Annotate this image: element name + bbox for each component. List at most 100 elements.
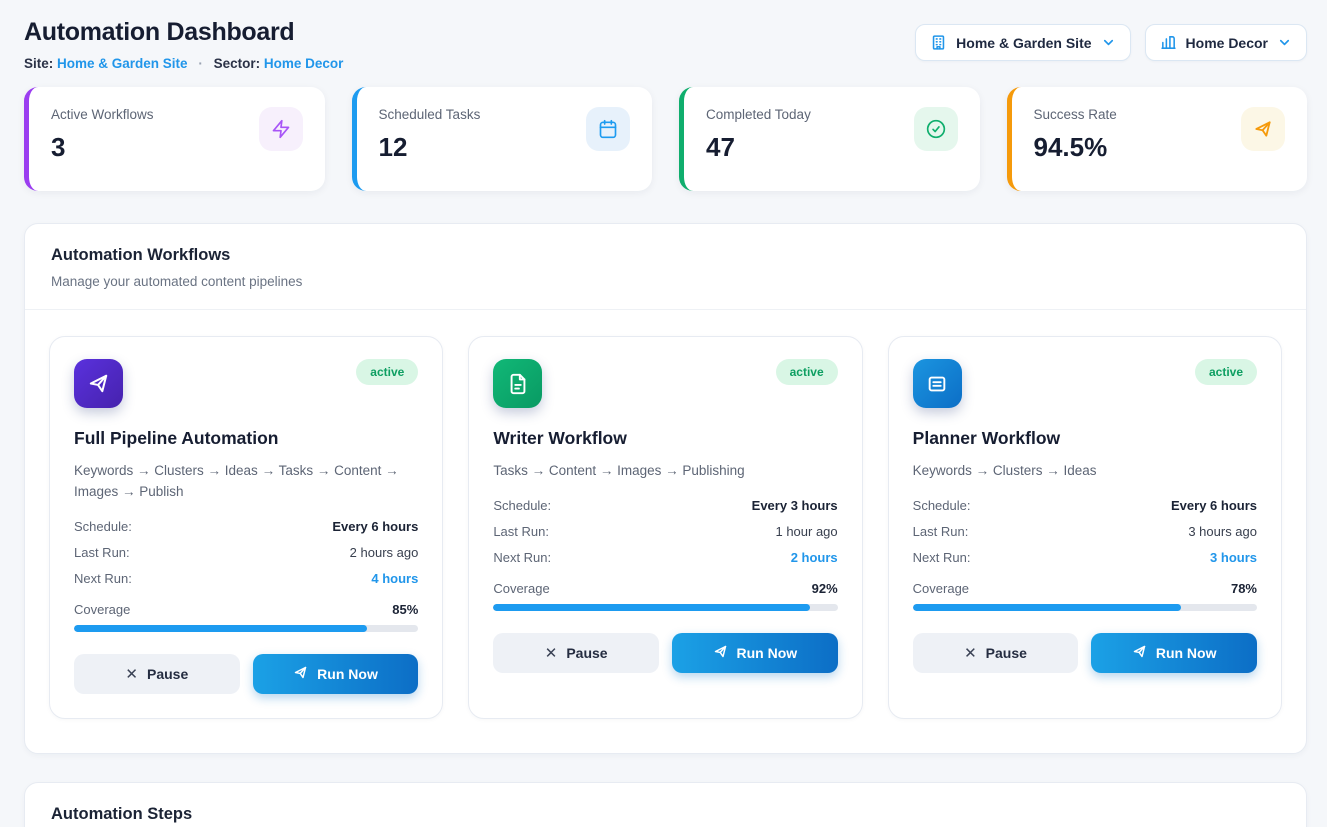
- last-run-row: Last Run: 2 hours ago: [74, 545, 418, 560]
- stats-row: Active Workflows 3 Scheduled Tasks 12 Co…: [24, 87, 1307, 191]
- close-icon: ✕: [125, 665, 138, 683]
- section-title: Automation Steps: [51, 805, 1280, 824]
- schedule-value: Every 6 hours: [332, 519, 418, 534]
- breadcrumb: Site: Home & Garden Site · Sector: Home …: [24, 56, 343, 71]
- next-run-row: Next Run: 2 hours: [493, 550, 837, 565]
- section-subtitle: Manage your automated content pipelines: [51, 274, 1280, 289]
- stat-label: Success Rate: [1034, 107, 1117, 122]
- stat-label: Scheduled Tasks: [379, 107, 481, 122]
- coverage-progress-fill: [74, 625, 367, 632]
- check-circle-icon: [914, 107, 958, 151]
- next-run-value: 3 hours: [1210, 550, 1257, 565]
- coverage-progress-fill: [493, 604, 810, 611]
- last-run-value: 3 hours ago: [1188, 524, 1257, 539]
- separator-dot: ·: [198, 56, 203, 71]
- last-run-value: 1 hour ago: [775, 524, 837, 539]
- stat-card-completed-today: Completed Today 47: [679, 87, 980, 191]
- status-badge: active: [776, 359, 838, 385]
- status-badge: active: [356, 359, 418, 385]
- last-run-row: Last Run: 1 hour ago: [493, 524, 837, 539]
- schedule-label: Schedule:: [913, 498, 971, 513]
- workflow-title: Writer Workflow: [493, 428, 837, 449]
- stat-text: Active Workflows 3: [51, 107, 154, 163]
- pause-button[interactable]: ✕ Pause: [913, 633, 1079, 673]
- coverage-label: Coverage: [913, 581, 969, 596]
- chevron-down-icon: [1277, 35, 1292, 50]
- next-run-value: 2 hours: [791, 550, 838, 565]
- pause-label: Pause: [147, 666, 188, 682]
- workflow-grid: active Full Pipeline Automation Keywords…: [49, 336, 1282, 719]
- stat-text: Scheduled Tasks 12: [379, 107, 481, 163]
- site-selector-label: Home & Garden Site: [956, 35, 1091, 51]
- last-run-value: 2 hours ago: [350, 545, 419, 560]
- coverage-value: 92%: [812, 581, 838, 596]
- sector-selector-dropdown[interactable]: Home Decor: [1145, 24, 1307, 61]
- run-now-label: Run Now: [737, 645, 798, 661]
- pause-button[interactable]: ✕ Pause: [74, 654, 240, 694]
- zap-icon: [259, 107, 303, 151]
- bar-chart-icon: [1160, 34, 1177, 51]
- coverage-value: 85%: [392, 602, 418, 617]
- next-run-row: Next Run: 3 hours: [913, 550, 1257, 565]
- send-icon: [713, 644, 728, 662]
- next-run-row: Next Run: 4 hours: [74, 571, 418, 586]
- workflow-card-planner: active Planner Workflow Keywords → Clust…: [888, 336, 1282, 719]
- pause-button[interactable]: ✕ Pause: [493, 633, 659, 673]
- stat-text: Success Rate 94.5%: [1034, 107, 1117, 163]
- site-label: Site:: [24, 56, 53, 71]
- building-icon: [930, 34, 947, 51]
- coverage-label: Coverage: [74, 602, 130, 617]
- header-left: Automation Dashboard Site: Home & Garden…: [24, 18, 343, 71]
- coverage-progress-bar: [493, 604, 837, 611]
- last-run-label: Last Run:: [493, 524, 549, 539]
- schedule-label: Schedule:: [74, 519, 132, 534]
- automation-dashboard-page: Automation Dashboard Site: Home & Garden…: [0, 0, 1327, 827]
- workflow-actions: ✕ Pause Run Now: [493, 633, 837, 673]
- workflow-card-writer: active Writer Workflow Tasks → Content →…: [468, 336, 862, 719]
- automation-workflows-section: Automation Workflows Manage your automat…: [24, 223, 1307, 754]
- section-title: Automation Workflows: [51, 246, 1280, 265]
- site-link[interactable]: Home & Garden Site: [57, 56, 188, 71]
- send-icon: [74, 359, 123, 408]
- site-selector-dropdown[interactable]: Home & Garden Site: [915, 24, 1130, 61]
- coverage-value: 78%: [1231, 581, 1257, 596]
- schedule-row: Schedule: Every 3 hours: [493, 498, 837, 513]
- schedule-value: Every 6 hours: [1171, 498, 1257, 513]
- stat-card-active-workflows: Active Workflows 3: [24, 87, 325, 191]
- last-run-row: Last Run: 3 hours ago: [913, 524, 1257, 539]
- workflow-pipeline-description: Keywords → Clusters → Ideas → Tasks → Co…: [74, 461, 418, 503]
- section-header: Automation Workflows Manage your automat…: [25, 224, 1306, 310]
- page-header: Automation Dashboard Site: Home & Garden…: [24, 18, 1307, 71]
- chevron-down-icon: [1101, 35, 1116, 50]
- file-text-icon: [493, 359, 542, 408]
- last-run-label: Last Run:: [74, 545, 130, 560]
- sector-label: Sector:: [214, 56, 261, 71]
- next-run-label: Next Run:: [913, 550, 971, 565]
- sector-link[interactable]: Home Decor: [264, 56, 344, 71]
- stat-card-success-rate: Success Rate 94.5%: [1007, 87, 1308, 191]
- next-run-label: Next Run:: [74, 571, 132, 586]
- sector-selector-label: Home Decor: [1186, 35, 1268, 51]
- stat-text: Completed Today 47: [706, 107, 811, 163]
- send-icon: [1132, 644, 1147, 662]
- run-now-label: Run Now: [1156, 645, 1217, 661]
- automation-steps-section: Automation Steps Configure which steps a…: [24, 782, 1307, 827]
- list-icon: [913, 359, 962, 408]
- run-now-button[interactable]: Run Now: [253, 654, 419, 694]
- last-run-label: Last Run:: [913, 524, 969, 539]
- next-run-value: 4 hours: [371, 571, 418, 586]
- run-now-button[interactable]: Run Now: [1091, 633, 1257, 673]
- workflow-actions: ✕ Pause Run Now: [913, 633, 1257, 673]
- coverage-row: Coverage 92%: [493, 581, 837, 596]
- workflow-card-top: active: [493, 359, 837, 408]
- workflow-card-full-pipeline: active Full Pipeline Automation Keywords…: [49, 336, 443, 719]
- workflow-card-top: active: [74, 359, 418, 408]
- schedule-row: Schedule: Every 6 hours: [913, 498, 1257, 513]
- run-now-button[interactable]: Run Now: [672, 633, 838, 673]
- coverage-row: Coverage 78%: [913, 581, 1257, 596]
- coverage-row: Coverage 85%: [74, 602, 418, 617]
- stat-value: 94.5%: [1034, 132, 1117, 163]
- section-header: Automation Steps Configure which steps a…: [25, 783, 1306, 827]
- page-title: Automation Dashboard: [24, 18, 343, 47]
- close-icon: ✕: [964, 644, 977, 662]
